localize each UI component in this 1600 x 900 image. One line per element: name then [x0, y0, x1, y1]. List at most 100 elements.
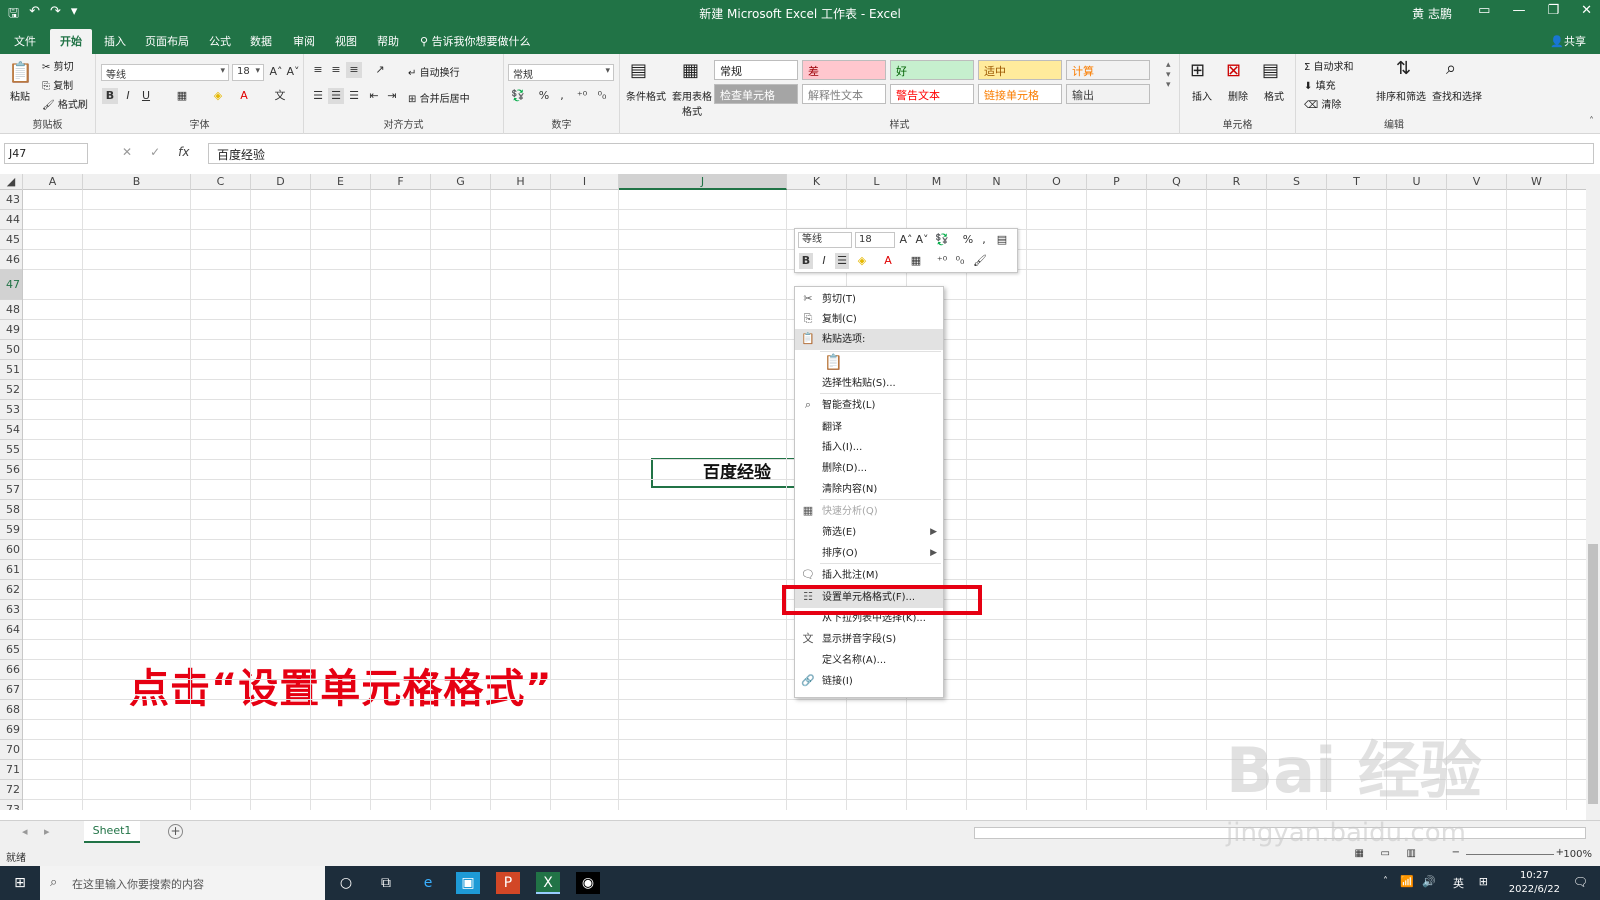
mini-font-combo[interactable]: 等线 [798, 232, 852, 248]
column-header-c[interactable]: C [191, 174, 251, 190]
cell-style-9[interactable]: 输出 [1066, 84, 1150, 104]
align-left-icon[interactable]: ☰ [310, 88, 326, 104]
vertical-scroll-thumb[interactable] [1588, 544, 1598, 804]
format-as-table-button[interactable]: 套用表格格式 [670, 88, 714, 118]
menu-item-8[interactable]: 清除内容(N) [795, 479, 943, 500]
underline-button[interactable]: U [138, 88, 154, 104]
row-header-55[interactable]: 55 [0, 440, 22, 460]
tab-file[interactable]: 文件 [14, 33, 36, 49]
insert-cells-button[interactable]: 插入 [1192, 88, 1212, 103]
menu-item-15[interactable]: 文显示拼音字段(S) [795, 629, 943, 650]
row-header-54[interactable]: 54 [0, 420, 22, 440]
insert-function-icon[interactable]: fx [178, 145, 189, 159]
menu-item-10[interactable]: 筛选(E) ▶ [795, 522, 943, 543]
row-header-46[interactable]: 46 [0, 250, 22, 270]
next-sheet-icon[interactable]: ▸ [44, 825, 50, 838]
mini-grow-font-icon[interactable]: A˄ [899, 232, 913, 248]
decrease-indent-icon[interactable]: ⇤ [366, 88, 382, 104]
menu-item-11[interactable]: 排序(O) ▶ [795, 543, 943, 564]
column-header-i[interactable]: I [551, 174, 619, 190]
mini-format-icon[interactable]: ▤ [995, 232, 1009, 248]
column-header-b[interactable]: B [83, 174, 191, 190]
mini-shrink-font-icon[interactable]: A˅ [915, 232, 929, 248]
tab-home[interactable]: 开始 [50, 29, 92, 54]
column-header-w[interactable]: W [1507, 174, 1567, 190]
share-button[interactable]: 👤共享 [1550, 33, 1586, 49]
merge-center-button[interactable]: ⊞ 合并后居中 [408, 90, 470, 105]
mini-percent-icon[interactable]: % [961, 232, 975, 248]
format-as-table-icon[interactable]: ▦ [682, 60, 699, 81]
row-header-50[interactable]: 50 [0, 340, 22, 360]
cell-style-3[interactable]: 适中 [978, 60, 1062, 80]
find-select-button[interactable]: 查找和选择 [1432, 88, 1482, 103]
column-header-k[interactable]: K [787, 174, 847, 190]
mini-bold-button[interactable]: B [799, 253, 813, 269]
row-header-65[interactable]: 65 [0, 640, 22, 660]
mini-comma-icon[interactable]: , [977, 232, 991, 248]
increase-indent-icon[interactable]: ⇥ [384, 88, 400, 104]
menu-item-4[interactable]: ⌕ 智能查找(L) [795, 395, 943, 416]
column-header-d[interactable]: D [251, 174, 311, 190]
grow-font-icon[interactable]: A˄ [268, 64, 284, 80]
row-header-58[interactable]: 58 [0, 500, 22, 520]
row-header-73[interactable]: 73 [0, 800, 22, 810]
mini-fill-color-icon[interactable]: ◈ [855, 253, 869, 269]
menu-item-16[interactable]: 定义名称(A)... [795, 650, 943, 671]
column-header-q[interactable]: Q [1147, 174, 1207, 190]
insert-cells-icon[interactable]: ⊞ [1190, 60, 1205, 81]
find-select-icon[interactable]: ⌕ [1446, 58, 1456, 79]
comma-icon[interactable]: , [554, 88, 570, 104]
user-name[interactable]: 黄 志鹏 [1412, 5, 1452, 22]
row-header-57[interactable]: 57 [0, 480, 22, 500]
conditional-format-icon[interactable]: ▤ [630, 60, 647, 81]
font-name-combo[interactable]: 等线 [101, 64, 229, 81]
column-header-e[interactable]: E [311, 174, 371, 190]
mini-accounting-icon[interactable]: 💱 [935, 232, 949, 248]
cell-style-0[interactable]: 常规 [714, 60, 798, 80]
paste-button[interactable]: 粘贴 [10, 88, 30, 103]
conditional-format-button[interactable]: 条件格式 [626, 88, 666, 103]
menu-item-7[interactable]: 删除(D)... [795, 458, 943, 479]
tray-chevron-icon[interactable]: ˄ [1383, 876, 1388, 887]
row-header-56[interactable]: 56 [0, 460, 22, 480]
row-header-67[interactable]: 67 [0, 680, 22, 700]
collapse-ribbon-icon[interactable]: ˄ [1589, 116, 1594, 127]
font-color-icon[interactable]: A [236, 88, 252, 104]
cancel-icon[interactable]: ✕ [122, 145, 132, 159]
row-header-48[interactable]: 48 [0, 300, 22, 320]
delete-cells-button[interactable]: 删除 [1228, 88, 1248, 103]
mini-italic-button[interactable]: I [817, 253, 831, 269]
clear-button[interactable]: ⌫ 清除 [1304, 96, 1341, 111]
row-header-43[interactable]: 43 [0, 190, 22, 210]
column-header-n[interactable]: N [967, 174, 1027, 190]
column-header-l[interactable]: L [847, 174, 907, 190]
tab-insert[interactable]: 插入 [104, 33, 126, 49]
row-header-62[interactable]: 62 [0, 580, 22, 600]
enter-icon[interactable]: ✓ [150, 145, 160, 159]
row-header-44[interactable]: 44 [0, 210, 22, 230]
store-icon[interactable]: ▣ [456, 872, 480, 894]
align-middle-icon[interactable]: ≡ [328, 62, 344, 78]
vertical-scrollbar[interactable] [1586, 174, 1600, 820]
row-header-68[interactable]: 68 [0, 700, 22, 720]
column-header-h[interactable]: H [491, 174, 551, 190]
fill-color-icon[interactable]: ◈ [210, 88, 226, 104]
zoom-level[interactable]: 100% [1563, 849, 1592, 860]
normal-view-icon[interactable]: ▦ [1355, 848, 1364, 859]
align-top-icon[interactable]: ≡ [310, 62, 326, 78]
menu-item-1[interactable]: ⎘ 复制(C) [795, 309, 943, 330]
taskbar-search[interactable]: ⌕ 在这里输入你要搜索的内容 [40, 866, 325, 900]
align-center-icon[interactable]: ☰ [328, 88, 344, 104]
row-header-61[interactable]: 61 [0, 560, 22, 580]
excel-taskbar-icon[interactable]: X [536, 872, 560, 894]
close-icon[interactable]: ✕ [1581, 3, 1592, 18]
cortana-icon[interactable]: ○ [334, 872, 358, 894]
shrink-font-icon[interactable]: A˅ [285, 64, 301, 80]
ribbon-display-icon[interactable]: ▭ [1478, 3, 1490, 18]
page-break-view-icon[interactable]: ▥ [1407, 848, 1416, 859]
restore-icon[interactable]: ❐ [1547, 3, 1559, 18]
tab-review[interactable]: 审阅 [293, 33, 315, 49]
borders-icon[interactable]: ▦ [174, 88, 190, 104]
sort-filter-button[interactable]: 排序和筛选 [1376, 88, 1426, 103]
menu-item-9[interactable]: ▦ 快速分析(Q) [795, 501, 943, 522]
